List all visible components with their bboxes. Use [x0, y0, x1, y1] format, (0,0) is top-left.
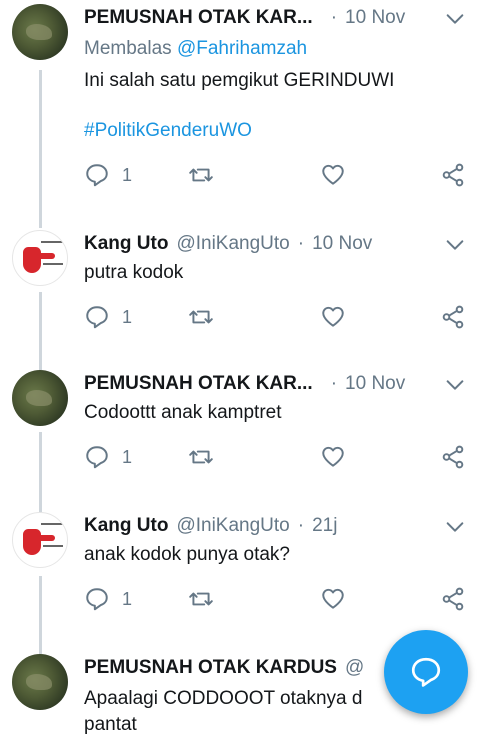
display-name[interactable]: PEMUSNAH OTAK KAR... [84, 7, 313, 29]
reply-button[interactable]: 1 [84, 302, 132, 332]
retweet-button[interactable] [188, 160, 214, 190]
display-name[interactable]: PEMUSNAH OTAK KARDUS [84, 657, 337, 679]
avatar[interactable] [12, 654, 68, 710]
hand-logo [23, 247, 41, 273]
logo-text-line [43, 263, 63, 265]
reply-prefix: Membalas [84, 38, 172, 59]
reply-count: 1 [122, 446, 133, 467]
timestamp[interactable]: 10 Nov [345, 373, 405, 395]
reply-context: Membalas @Fahrihamzah [84, 36, 307, 62]
retweet-icon [189, 168, 213, 182]
avatar[interactable] [12, 4, 68, 60]
avatar[interactable] [12, 370, 68, 426]
hand-finger [37, 535, 55, 541]
tweet-text-line: Apaalagi CODDOOOT otaknya dn [84, 686, 433, 712]
heart-icon [322, 446, 344, 467]
separator-dot: · [297, 515, 305, 536]
tweet-header: PEMUSNAH OTAK KAR... · 10 Nov [84, 370, 405, 398]
like-button[interactable] [320, 302, 346, 332]
retweet-icon [189, 310, 213, 324]
share-icon [442, 305, 464, 329]
tweet-header: Kang Uto @IniKangUto · 10 Nov [84, 230, 372, 258]
reply-mention-link[interactable]: @Fahrihamzah [177, 38, 307, 59]
reply-icon [86, 588, 108, 611]
retweet-button[interactable] [188, 584, 214, 614]
tweet-header: PEMUSNAH OTAK KAR... · 10 Nov [84, 4, 405, 32]
logo-text-line [41, 241, 65, 243]
reply-icon [86, 164, 108, 187]
retweet-button[interactable] [188, 302, 214, 332]
hand-finger [37, 253, 55, 259]
display-name[interactable]: Kang Uto [84, 233, 168, 255]
tweet-text: Codoottt anak kamptret [84, 402, 282, 423]
chevron-down-icon[interactable] [444, 234, 466, 256]
reply-count: 1 [122, 306, 133, 327]
avatar[interactable] [12, 230, 68, 286]
reply-button[interactable]: 1 [84, 442, 132, 472]
tweet-text-line: pantat [84, 714, 137, 735]
like-button[interactable] [320, 584, 346, 614]
tweet-actions: 1 [84, 442, 468, 472]
separator-dot: · [330, 7, 338, 28]
logo-text-line [41, 523, 65, 525]
chevron-down-icon[interactable] [444, 8, 466, 30]
tweet-text: Ini salah satu pemgikut GERINDUWI [84, 70, 395, 91]
user-handle[interactable]: @ [345, 657, 364, 679]
share-button[interactable] [440, 584, 466, 614]
timestamp[interactable]: 10 Nov [312, 233, 372, 255]
logo-text-line [43, 545, 63, 547]
reply-icon [86, 306, 108, 329]
tweet-text-start: Apaalagi CODDOOOT otaknya d [84, 688, 363, 709]
tweet-actions: 1 [84, 302, 468, 332]
reply-count: 1 [122, 164, 133, 185]
like-button[interactable] [320, 160, 346, 190]
compose-reply-icon [411, 657, 441, 687]
share-icon [442, 163, 464, 187]
retweet-icon [189, 592, 213, 606]
share-icon [442, 445, 464, 469]
tweet[interactable]: PEMUSNAH OTAK KAR... · 10 Nov Codoottt a… [0, 370, 480, 482]
share-button[interactable] [440, 160, 466, 190]
chevron-down-icon[interactable] [444, 516, 466, 538]
reply-button[interactable]: 1 [84, 160, 132, 190]
heart-icon [322, 164, 344, 185]
timestamp[interactable]: 21j [312, 515, 337, 537]
timestamp[interactable]: 10 Nov [345, 7, 405, 29]
chevron-down-icon[interactable] [444, 374, 466, 396]
tweet-header: PEMUSNAH OTAK KARDUS @ [84, 654, 364, 682]
heart-icon [322, 588, 344, 609]
tweet[interactable]: PEMUSNAH OTAK KAR... · 10 Nov Membalas @… [0, 4, 480, 200]
tweet-actions: 1 [84, 160, 468, 190]
separator-dot: · [297, 233, 305, 254]
user-handle[interactable]: @IniKangUto [176, 233, 289, 255]
tweet[interactable]: Kang Uto @IniKangUto · 10 Nov putra kodo… [0, 230, 480, 342]
share-button[interactable] [440, 442, 466, 472]
tweet-text: putra kodok [84, 262, 184, 283]
reply-count: 1 [122, 588, 133, 609]
share-button[interactable] [440, 302, 466, 332]
tweet-actions: 1 [84, 584, 468, 614]
retweet-icon [189, 450, 213, 464]
retweet-button[interactable] [188, 442, 214, 472]
share-icon [442, 587, 464, 611]
user-handle[interactable]: @IniKangUto [176, 515, 289, 537]
hand-logo [23, 529, 41, 555]
separator-dot: · [330, 373, 338, 394]
tweet-header: Kang Uto @IniKangUto · 21j [84, 512, 337, 540]
display-name[interactable]: PEMUSNAH OTAK KAR... [84, 373, 313, 395]
display-name[interactable]: Kang Uto [84, 515, 168, 537]
avatar[interactable] [12, 512, 68, 568]
tweet[interactable]: Kang Uto @IniKangUto · 21j anak kodok pu… [0, 512, 480, 624]
hashtag-link[interactable]: #PolitikGenderuWO [84, 118, 252, 144]
reply-icon [86, 446, 108, 469]
heart-icon [322, 306, 344, 327]
like-button[interactable] [320, 442, 346, 472]
tweet-text: anak kodok punya otak? [84, 544, 290, 565]
reply-button[interactable]: 1 [84, 584, 132, 614]
compose-fab-button[interactable] [384, 630, 468, 714]
